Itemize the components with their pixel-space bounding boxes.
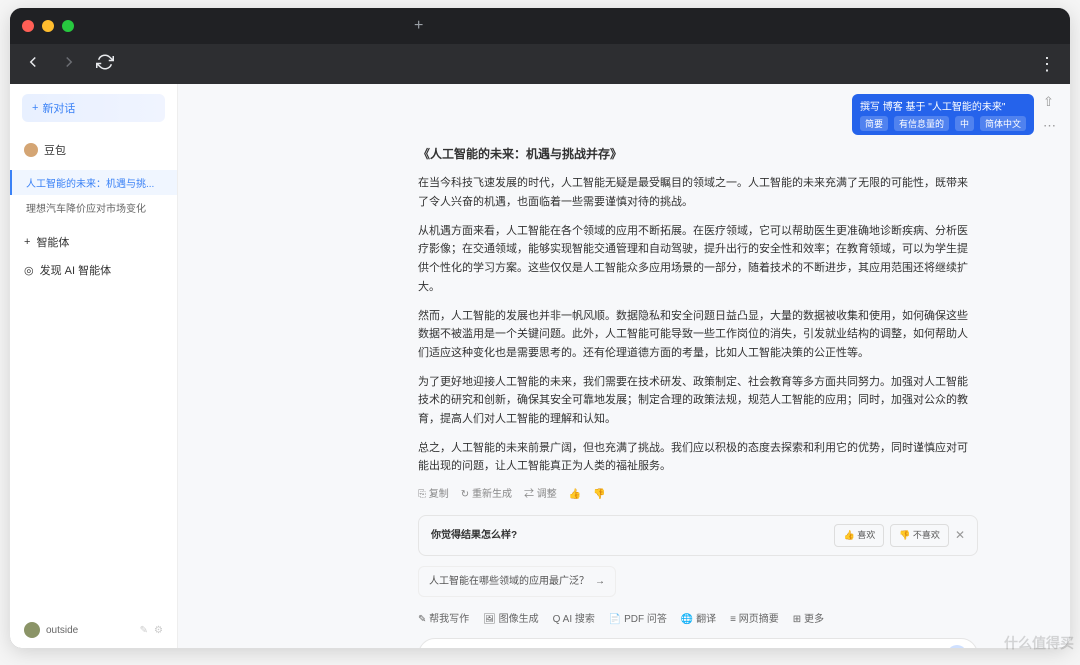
prompt-pill: 撰写 博客 基于 "人工智能的未来" 简要 有信息量的 中 简体中文	[852, 94, 1034, 135]
watermark: 什么值得买	[1004, 633, 1074, 653]
conversation-item[interactable]: 理想汽车降价应对市场变化	[10, 195, 177, 220]
sidebar-agents[interactable]: + 智能体	[10, 228, 177, 256]
compass-icon: ◎	[24, 264, 34, 277]
maximize-window-icon[interactable]	[62, 20, 74, 32]
close-icon[interactable]: ✕	[955, 525, 965, 545]
tool-more[interactable]: ⊞ 更多	[793, 611, 824, 628]
article-paragraph: 从机遇方面来看，人工智能在各个领域的应用不断拓展。在医疗领域，它可以帮助医生更准…	[418, 222, 978, 297]
assistant-label: 豆包	[44, 142, 66, 158]
username: outside	[46, 625, 78, 636]
dislike-button[interactable]: 👎 不喜欢	[890, 524, 949, 547]
article-paragraph: 然而，人工智能的发展也并非一帆风顺。数据隐私和安全问题日益凸显，大量的数据被收集…	[418, 307, 978, 363]
assistant-item[interactable]: 豆包	[10, 136, 177, 164]
like-button[interactable]: 👍 喜欢	[834, 524, 884, 547]
tool-pdf[interactable]: 📄 PDF 问答	[609, 611, 667, 628]
tool-write[interactable]: ✎ 帮我写作	[418, 611, 469, 628]
suggestion-chip[interactable]: 人工智能在哪些领域的应用最广泛？ →	[418, 566, 616, 597]
article-paragraph: 在当今科技飞速发展的时代，人工智能无疑是最受瞩目的领域之一。人工智能的未来充满了…	[418, 174, 978, 211]
message-actions: ⎘ 复制 ↻ 重新生成 ⇄ 调整 👍 👎	[418, 486, 978, 503]
prompt-tag: 简要	[860, 116, 888, 131]
feedback-box: 你觉得结果怎么样? 👍 喜欢 👎 不喜欢 ✕	[418, 515, 978, 556]
feedback-question: 你觉得结果怎么样?	[431, 527, 517, 544]
article: 《人工智能的未来：机遇与挑战并存》 在当今科技飞速发展的时代，人工智能无疑是最受…	[418, 144, 978, 648]
prompt-title: 撰写 博客 基于 "人工智能的未来"	[860, 98, 1026, 113]
tool-search[interactable]: Q AI 搜索	[553, 611, 595, 628]
user-avatar-icon	[24, 622, 40, 638]
settings-icon[interactable]: ⚙	[154, 625, 163, 636]
sidebar-footer[interactable]: outside ✎ ⚙	[10, 612, 177, 648]
close-window-icon[interactable]	[22, 20, 34, 32]
suggestion-text: 人工智能在哪些领域的应用最广泛？	[429, 573, 589, 590]
prompt-tag: 有信息量的	[894, 116, 949, 131]
regenerate-button[interactable]: ↻ 重新生成	[461, 486, 512, 503]
article-paragraph: 为了更好地迎接人工智能的未来，我们需要在技术研发、政策制定、社会教育等多方面共同…	[418, 373, 978, 429]
forward-icon[interactable]	[60, 53, 78, 76]
main-area: ⇧ ⋯ 撰写 博客 基于 "人工智能的未来" 简要 有信息量的 中 简体中文 《…	[178, 84, 1070, 648]
prompt-tag: 中	[955, 116, 974, 131]
arrow-right-icon: →	[595, 573, 605, 590]
minimize-window-icon[interactable]	[42, 20, 54, 32]
thumbs-up-icon[interactable]: 👍	[569, 486, 581, 503]
mic-icon[interactable]: 🎤	[429, 646, 443, 648]
share-icon[interactable]: ⇧	[1043, 94, 1056, 110]
copy-button[interactable]: ⎘ 复制	[418, 486, 449, 503]
new-chat-button[interactable]: + 新对话	[22, 94, 165, 122]
browser-toolbar: ⋮	[10, 44, 1070, 84]
new-tab-icon[interactable]: +	[414, 17, 423, 35]
send-button[interactable]: ↑	[947, 645, 967, 648]
plus-icon: +	[32, 102, 38, 114]
tool-summary[interactable]: ≡ 网页摘要	[730, 611, 779, 628]
thumbs-down-icon[interactable]: 👎	[593, 486, 605, 503]
conversation-item[interactable]: 人工智能的未来：机遇与挑...	[10, 170, 177, 195]
conversation-list: 人工智能的未来：机遇与挑... 理想汽车降价应对市场变化	[10, 170, 177, 220]
tool-image[interactable]: 🖼 图像生成	[483, 611, 538, 628]
new-chat-label: 新对话	[42, 100, 75, 116]
plus-small-icon: +	[24, 236, 30, 248]
tool-strip: ✎ 帮我写作 🖼 图像生成 Q AI 搜索 📄 PDF 问答 🌐 翻译 ≡ 网页…	[418, 611, 978, 628]
discover-label: 发现 AI 智能体	[40, 262, 112, 278]
edit-icon[interactable]: ✎	[140, 625, 148, 636]
sidebar: + 新对话 豆包 人工智能的未来：机遇与挑... 理想汽车降价应对市场变化 + …	[10, 84, 178, 648]
assistant-avatar-icon	[24, 143, 38, 157]
back-icon[interactable]	[24, 53, 42, 76]
agents-label: 智能体	[36, 234, 69, 250]
article-paragraph: 总之，人工智能的未来前景广阔，但也充满了挑战。我们应以积极的态度去探索和利用它的…	[418, 439, 978, 476]
titlebar: +	[10, 8, 1070, 44]
reload-icon[interactable]	[96, 53, 114, 76]
chat-input-box: 🎤 ↑	[418, 638, 978, 648]
prompt-tag: 简体中文	[980, 116, 1026, 131]
article-title: 《人工智能的未来：机遇与挑战并存》	[418, 144, 978, 164]
tool-translate[interactable]: 🌐 翻译	[681, 611, 716, 628]
more-icon[interactable]: ⋯	[1043, 118, 1056, 134]
sidebar-discover[interactable]: ◎ 发现 AI 智能体	[10, 256, 177, 284]
adjust-button[interactable]: ⇄ 调整	[524, 486, 557, 503]
browser-menu-icon[interactable]: ⋮	[1038, 54, 1056, 75]
